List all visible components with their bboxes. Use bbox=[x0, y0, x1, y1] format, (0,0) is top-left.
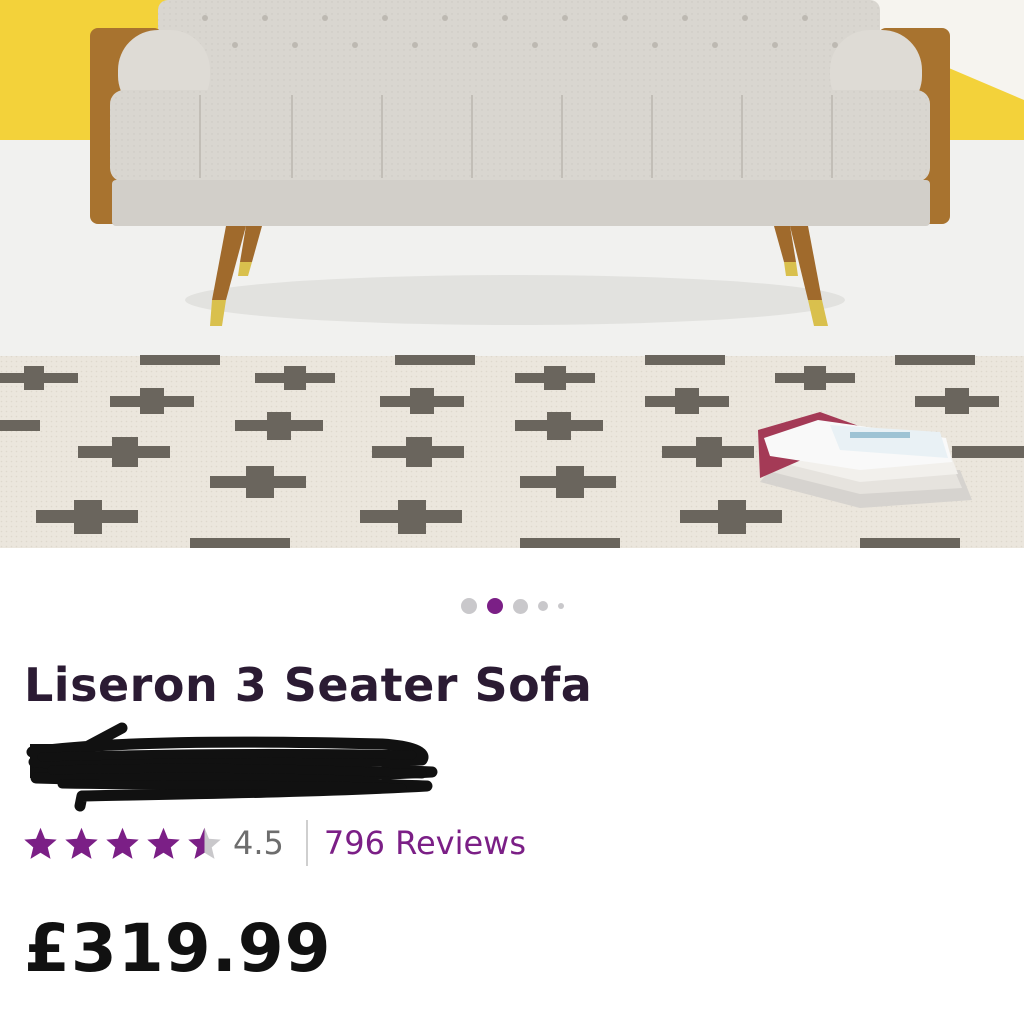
star-full-icon bbox=[106, 827, 139, 859]
carousel-dot[interactable] bbox=[486, 598, 503, 614]
star-full-icon bbox=[24, 827, 57, 859]
carousel-dot[interactable] bbox=[557, 603, 564, 609]
rating-row: 4.5 796 Reviews bbox=[22, 818, 526, 868]
carousel-dot[interactable] bbox=[460, 598, 477, 614]
carousel-dots[interactable] bbox=[0, 595, 1024, 617]
divider bbox=[305, 820, 308, 866]
product-image[interactable] bbox=[0, 0, 1024, 548]
star-half-icon bbox=[188, 827, 221, 859]
product-title: Liseron 3 Seater Sofa bbox=[24, 658, 593, 712]
sofa-photo bbox=[0, 0, 1024, 548]
redacted-scribble bbox=[26, 722, 438, 812]
reviews-link[interactable]: 796 Reviews bbox=[324, 824, 526, 862]
rating-value: 4.5 bbox=[233, 824, 284, 862]
star-rating bbox=[22, 825, 223, 862]
carousel-dot[interactable] bbox=[537, 601, 548, 611]
product-price: £319.99 bbox=[24, 910, 332, 987]
star-full-icon bbox=[147, 827, 180, 859]
carousel-dot[interactable] bbox=[512, 598, 528, 614]
star-full-icon bbox=[65, 827, 98, 859]
